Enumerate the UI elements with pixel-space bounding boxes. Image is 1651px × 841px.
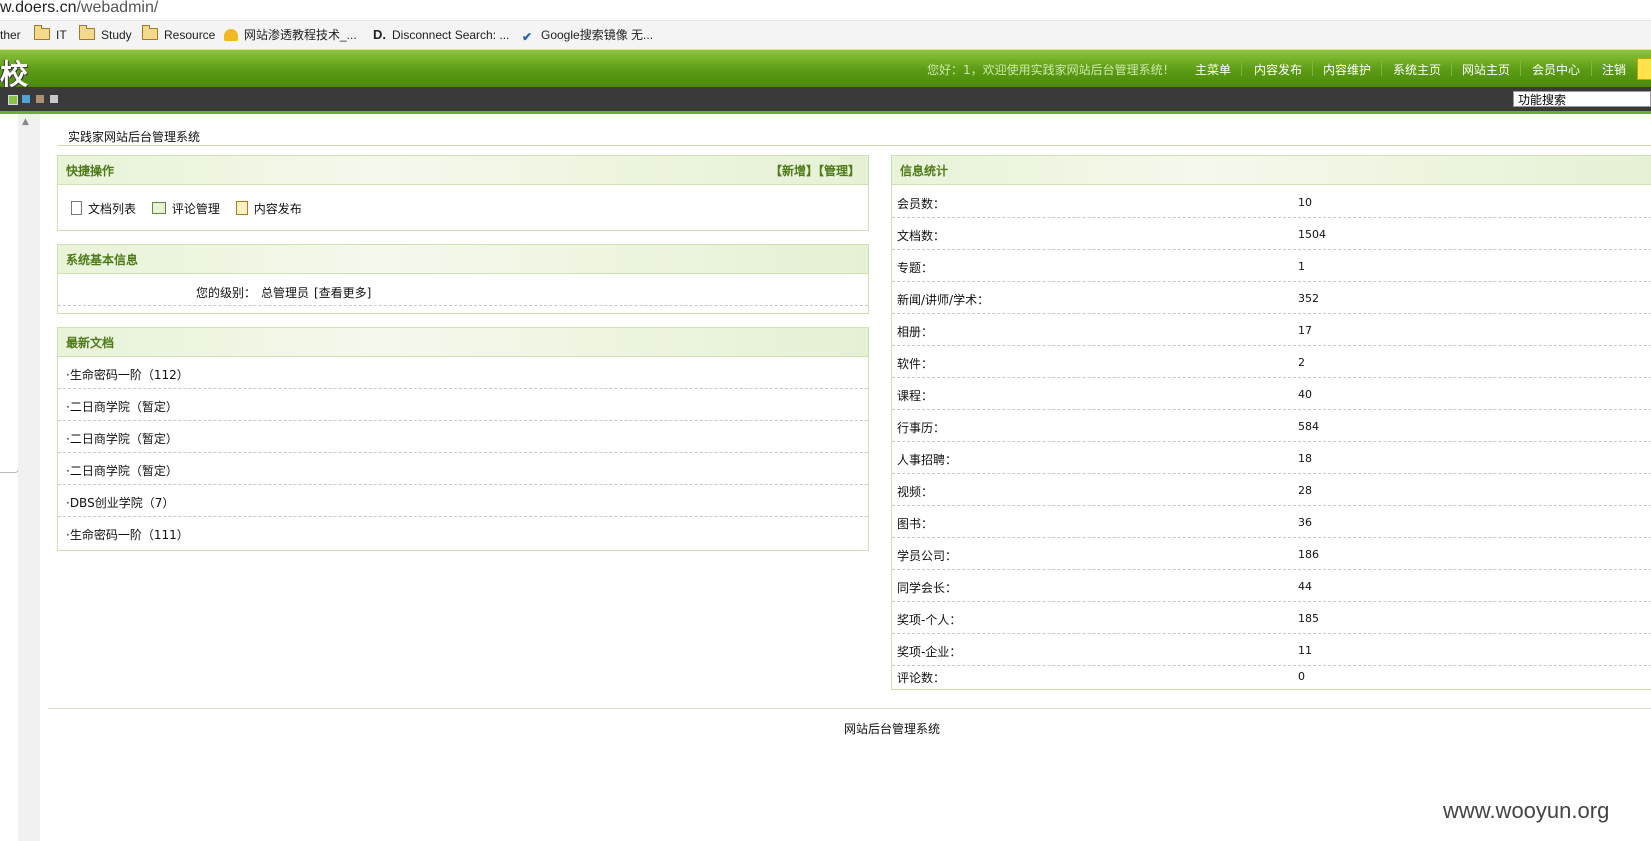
nav-logout[interactable]: 注销	[1602, 61, 1626, 78]
hat-icon	[224, 29, 238, 41]
toolbar: 功能搜索	[0, 87, 1651, 114]
function-search-input[interactable]: 功能搜索	[1513, 91, 1651, 107]
list-item[interactable]: ·二日商学院（暂定）	[58, 421, 868, 453]
stat-row: 软件： 2	[892, 345, 1651, 378]
nav-member-center[interactable]: 会员中心	[1532, 61, 1580, 78]
quick-ops-panel: 快捷操作 【新增】【管理】 文档列表 评论管理 内容发布	[57, 155, 869, 231]
bookmark-other[interactable]: ther	[0, 26, 21, 44]
sys-info-header: 系统基本信息	[58, 245, 868, 274]
quick-ops-add-manage[interactable]: 【新增】【管理】	[770, 162, 860, 179]
stat-row: 图书： 36	[892, 505, 1651, 538]
welcome-text: 您好：1，欢迎使用实践家网站后台管理系统！	[927, 63, 1175, 77]
google-mirror-icon: ✔	[522, 30, 533, 44]
list-item[interactable]: ·二日商学院（暂定）	[58, 453, 868, 485]
bookmark-resource[interactable]: Resource	[142, 25, 215, 44]
stat-row: 视频： 28	[892, 473, 1651, 506]
top-header: 校 您好：1，欢迎使用实践家网站后台管理系统！ 主菜单 内容发布 内容维护 系统…	[0, 50, 1651, 91]
view-more-link[interactable]: [查看更多]	[314, 284, 371, 301]
watermark: www.wooyun.org	[1443, 798, 1610, 823]
stat-row: 评论数： 0	[897, 670, 1305, 685]
bookmarks-bar: ther IT Study Resource 网站渗透教程技术_... D. Di…	[0, 21, 1651, 50]
stat-row: 相册： 17	[892, 313, 1651, 346]
url-host: w.doers.cn	[0, 0, 77, 16]
stat-row: 新闻/讲师/学术： 352	[892, 281, 1651, 314]
footer-text: 网站后台管理系统	[844, 722, 941, 736]
folder-icon	[142, 25, 158, 40]
doc-list-link[interactable]: 文档列表	[71, 201, 136, 216]
stats-header: 信息统计	[892, 156, 1651, 185]
comment-manage-link[interactable]: 评论管理	[151, 202, 220, 216]
stat-row: 会员数： 10	[892, 185, 1651, 218]
latest-docs-panel: 最新文档 ·生命密码一阶（112） ·二日商学院（暂定） ·二日商学院（暂定） …	[57, 327, 869, 551]
stat-row: 课程： 40	[892, 377, 1651, 410]
header-action-button[interactable]	[1637, 58, 1651, 80]
nav-divider	[1591, 60, 1592, 76]
stat-row: 专题： 1	[892, 249, 1651, 282]
stat-row: 奖项-企业： 11	[892, 633, 1651, 666]
folder-icon	[34, 25, 50, 40]
disconnect-icon: D.	[373, 27, 386, 42]
footer-divider	[48, 708, 1651, 709]
nav-divider	[1451, 60, 1452, 76]
scroll-gutter[interactable]	[18, 114, 40, 841]
edit-icon	[235, 201, 248, 215]
stat-row: 同学会长： 44	[892, 569, 1651, 602]
stat-row: 学员公司： 186	[892, 537, 1651, 570]
sys-info-title: 系统基本信息	[66, 253, 139, 267]
page-title: 实践家网站后台管理系统	[68, 130, 201, 144]
comment-icon	[151, 202, 166, 214]
stats-panel: 信息统计 会员数： 10 文档数： 1504 专题： 1 新闻/讲师/学术： 352 相…	[891, 155, 1651, 690]
list-item[interactable]: ·生命密码一阶（112）	[58, 357, 868, 389]
stats-title: 信息统计	[900, 164, 949, 178]
latest-docs-header: 最新文档	[58, 328, 868, 357]
quick-ops-title: 快捷操作	[66, 164, 115, 178]
stat-row: 文档数： 1504	[892, 217, 1651, 250]
stat-row: 人事招聘： 18	[892, 441, 1651, 474]
level-row: 您的级别： 总管理员 [查看更多]	[58, 275, 868, 306]
title-divider	[58, 145, 1651, 146]
sys-info-panel: 系统基本信息 您的级别： 总管理员 [查看更多]	[57, 244, 869, 314]
bookmark-study[interactable]: Study	[79, 25, 132, 44]
list-item[interactable]: ·生命密码一阶（111）	[58, 517, 868, 548]
nav-divider	[1381, 60, 1382, 76]
stat-row: 奖项-个人： 185	[892, 601, 1651, 634]
nav-divider	[1241, 60, 1242, 76]
nav-content-publish[interactable]: 内容发布	[1254, 61, 1302, 78]
list-item[interactable]: ·二日商学院（暂定）	[58, 389, 868, 421]
folder-icon	[79, 25, 95, 40]
scroll-up-arrow-icon[interactable]: ▲	[22, 117, 29, 127]
nav-divider	[1312, 60, 1313, 76]
bookmark-it[interactable]: IT	[34, 25, 67, 44]
url-path: /webadmin/	[76, 0, 159, 16]
skin-blue-swatch[interactable]	[22, 95, 30, 103]
bookmark-pentest[interactable]: 网站渗透教程技术_...	[224, 26, 357, 44]
skin-brown-swatch[interactable]	[36, 95, 44, 103]
bookmark-google-mirror[interactable]: ✔ Google搜索镜像 无...	[522, 26, 653, 44]
skin-green-swatch[interactable]	[8, 95, 18, 105]
latest-docs-title: 最新文档	[66, 336, 115, 350]
nav-content-maintain[interactable]: 内容维护	[1323, 61, 1371, 78]
stat-row: 行事历： 584	[892, 409, 1651, 442]
skin-gray-swatch[interactable]	[50, 95, 58, 103]
level-value: 总管理员	[261, 286, 310, 300]
list-item[interactable]: ·DBS创业学院（7）	[58, 485, 868, 517]
nav-divider	[1520, 60, 1521, 76]
nav-main-menu[interactable]: 主菜单	[1195, 61, 1231, 78]
left-menu-panel	[0, 114, 19, 473]
bookmark-disconnect[interactable]: D. Disconnect Search: ...	[373, 26, 509, 44]
nav-site-home[interactable]: 网站主页	[1462, 61, 1510, 78]
content-publish-link[interactable]: 内容发布	[235, 201, 302, 216]
address-bar[interactable]: w.doers.cn/webadmin/	[0, 0, 1651, 21]
level-label: 您的级别：	[196, 286, 257, 300]
document-icon	[71, 201, 82, 215]
nav-system-home[interactable]: 系统主页	[1393, 61, 1441, 78]
quick-ops-header: 快捷操作 【新增】【管理】	[58, 156, 868, 185]
quick-links: 文档列表 评论管理 内容发布	[71, 200, 302, 217]
